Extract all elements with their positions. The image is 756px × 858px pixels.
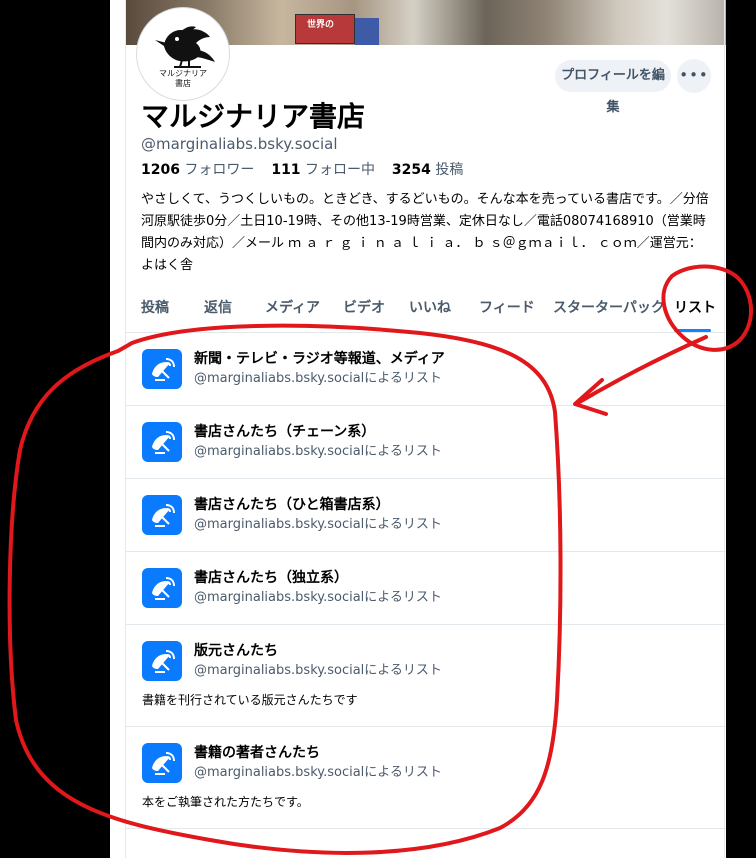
tab-feeds[interactable]: フィード bbox=[479, 298, 535, 318]
profile-handle: @marginaliabs.bsky.social bbox=[141, 135, 338, 153]
list-owner: @marginaliabs.bsky.socialによるリスト bbox=[194, 663, 442, 678]
screenshot-page: 世界の マルジナリア 書店 プロフィールを編集 ••• マルジナリア書店 @ma… bbox=[0, 0, 756, 858]
list-owner: @marginaliabs.bsky.socialによるリスト bbox=[194, 590, 442, 605]
posts-label: 投稿 bbox=[435, 162, 464, 178]
list-title: 書店さんたち（独立系） bbox=[194, 570, 348, 586]
list-title: 書店さんたち（チェーン系） bbox=[194, 424, 376, 440]
list-title: 版元さんたち bbox=[194, 643, 278, 659]
profile-bio: やさしくて、うつくしいもの。ときどき、するどいもの。そんな本を売っている書店です… bbox=[141, 192, 709, 273]
posts-count: 3254 bbox=[391, 162, 431, 178]
avatar-caption-line2: 書店 bbox=[175, 79, 191, 88]
list-title: 書籍の著者さんたち bbox=[194, 745, 320, 761]
list-owner: @marginaliabs.bsky.socialによるリスト bbox=[194, 517, 442, 532]
list-item-bookstores-independent[interactable]: 書店さんたち（独立系） @marginaliabs.bsky.socialによる… bbox=[125, 552, 726, 625]
satellite-dish-icon bbox=[142, 349, 182, 389]
list-item-publishers[interactable]: 版元さんたち @marginaliabs.bsky.socialによるリスト 書… bbox=[125, 625, 726, 727]
satellite-dish-icon bbox=[142, 568, 182, 608]
list-owner: @marginaliabs.bsky.socialによるリスト bbox=[194, 765, 442, 780]
edit-profile-button[interactable]: プロフィールを編集 bbox=[555, 60, 671, 115]
active-tab-underline bbox=[674, 329, 711, 332]
list-item-authors[interactable]: 書籍の著者さんたち @marginaliabs.bsky.socialによるリス… bbox=[125, 727, 726, 829]
satellite-dish-icon bbox=[142, 743, 182, 783]
list-item-media[interactable]: 新聞・テレビ・ラジオ等報道、メディア @marginaliabs.bsky.so… bbox=[125, 333, 726, 406]
list-owner: @marginaliabs.bsky.socialによるリスト bbox=[194, 444, 442, 459]
following-label[interactable]: フォロー中 bbox=[305, 162, 375, 178]
banner-book-title: 世界の bbox=[307, 20, 335, 30]
list-item-bookstores-box[interactable]: 書店さんたち（ひと箱書店系） @marginaliabs.bsky.social… bbox=[125, 479, 726, 552]
avatar-caption: マルジナリア 書店 bbox=[139, 69, 227, 89]
tab-replies[interactable]: 返信 bbox=[204, 298, 232, 318]
list-item-bookstores-chain[interactable]: 書店さんたち（チェーン系） @marginaliabs.bsky.socialに… bbox=[125, 406, 726, 479]
more-options-button[interactable]: ••• bbox=[677, 59, 711, 93]
profile-display-name: マルジナリア書店 bbox=[141, 100, 366, 133]
followers-label[interactable]: フォロワー bbox=[184, 162, 254, 178]
tab-starter-packs[interactable]: スターターパック bbox=[553, 298, 665, 318]
list-title: 書店さんたち（ひと箱書店系） bbox=[194, 497, 390, 513]
followers-count[interactable]: 1206 bbox=[141, 162, 180, 178]
avatar-caption-line1: マルジナリア bbox=[159, 69, 207, 78]
tab-posts[interactable]: 投稿 bbox=[141, 298, 169, 318]
profile-stats: 1206 フォロワー 111 フォロー中 3254 投稿 bbox=[141, 160, 463, 180]
tab-lists[interactable]: リスト bbox=[674, 298, 716, 318]
list-description: 書籍を刊行されている版元さんたちです bbox=[142, 693, 358, 707]
tab-likes[interactable]: いいね bbox=[409, 298, 451, 318]
list-owner: @marginaliabs.bsky.socialによるリスト bbox=[194, 371, 442, 386]
tab-media[interactable]: メディア bbox=[265, 298, 320, 318]
satellite-dish-icon bbox=[142, 641, 182, 681]
profile-tabs: 投稿 返信 メディア ビデオ いいね フィード スターターパック リスト bbox=[125, 286, 726, 333]
tab-videos[interactable]: ビデオ bbox=[343, 298, 385, 318]
list-description: 本をご執筆された方たちです。 bbox=[142, 795, 309, 809]
profile-avatar[interactable]: マルジナリア 書店 bbox=[137, 8, 229, 100]
list-title: 新聞・テレビ・ラジオ等報道、メディア bbox=[194, 351, 445, 367]
satellite-dish-icon bbox=[142, 495, 182, 535]
banner-book-blue bbox=[355, 18, 379, 45]
following-count[interactable]: 111 bbox=[271, 162, 300, 178]
satellite-dish-icon bbox=[142, 422, 182, 462]
